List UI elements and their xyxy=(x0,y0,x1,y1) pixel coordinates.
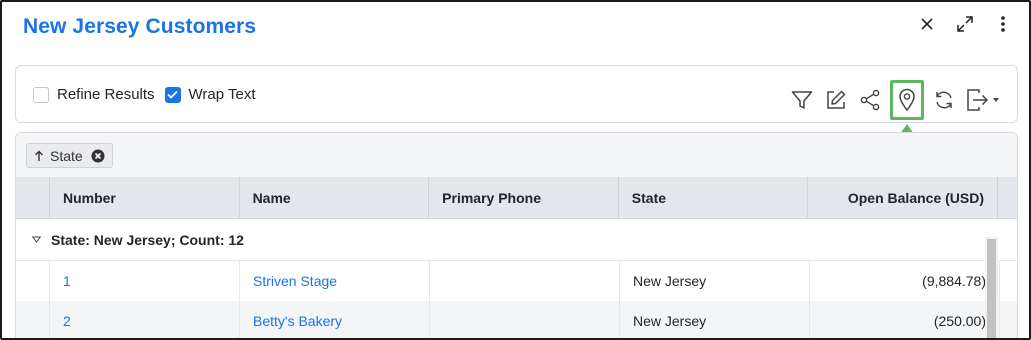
refresh-icon[interactable] xyxy=(930,86,958,114)
collapse-triangle-icon[interactable] xyxy=(32,236,41,243)
expand-icon[interactable] xyxy=(953,12,977,36)
cell-balance: (250.00) xyxy=(810,301,1000,338)
header-state[interactable]: State xyxy=(619,177,809,219)
export-icon[interactable] xyxy=(964,86,1004,114)
group-chip-state[interactable]: State xyxy=(26,143,113,168)
table-row[interactable]: 2 Betty's Bakery New Jersey (250.00) xyxy=(16,301,1017,338)
cell-state: New Jersey xyxy=(620,261,810,301)
header-number[interactable]: Number xyxy=(50,177,240,219)
header-name[interactable]: Name xyxy=(240,177,430,219)
wrap-text-label[interactable]: Wrap Text xyxy=(189,86,256,103)
cell-phone xyxy=(430,261,620,301)
cell-name[interactable]: Striven Stage xyxy=(240,261,430,301)
cell-number[interactable]: 2 xyxy=(50,301,240,338)
table-header: Number Name Primary Phone State Open Bal… xyxy=(16,177,1017,219)
page-title: New Jersey Customers xyxy=(23,15,257,38)
refine-results-checkbox[interactable] xyxy=(33,86,49,103)
cell-balance: (9,884.78) xyxy=(810,261,1000,301)
table-row[interactable]: 1 Striven Stage New Jersey (9,884.78) xyxy=(16,261,1017,301)
scrollbar-thumb[interactable] xyxy=(987,239,996,338)
group-chip-label: State xyxy=(50,147,83,164)
cell-name[interactable]: Betty's Bakery xyxy=(240,301,430,338)
cell-phone xyxy=(430,301,620,338)
wrap-text-checkbox[interactable] xyxy=(164,86,181,103)
sort-ascending-icon xyxy=(35,150,43,161)
more-vertical-icon[interactable] xyxy=(991,12,1015,36)
group-by-bar: State xyxy=(16,133,1017,177)
toolbar-actions xyxy=(782,80,1004,120)
edit-icon[interactable] xyxy=(822,86,850,114)
cell-state: New Jersey xyxy=(620,301,810,338)
panel-frame: New Jersey Customers Refine Results Wrap… xyxy=(0,0,1031,340)
window-controls xyxy=(901,12,1015,36)
close-icon[interactable] xyxy=(915,12,939,36)
cell-number[interactable]: 1 xyxy=(50,261,240,301)
row-spacer xyxy=(16,301,50,338)
group-label: State: New Jersey; Count: 12 xyxy=(51,231,244,248)
results-toolbar: Refine Results Wrap Text xyxy=(15,65,1018,123)
row-spacer xyxy=(16,261,50,301)
filter-icon[interactable] xyxy=(788,86,816,114)
header-spacer xyxy=(16,177,50,219)
group-row[interactable]: State: New Jersey; Count: 12 xyxy=(16,219,1017,261)
share-icon[interactable] xyxy=(856,86,884,114)
vertical-scrollbar[interactable] xyxy=(985,237,998,338)
toolbar-options: Refine Results Wrap Text xyxy=(33,86,266,103)
data-grid: State Number Name Primary Phone State Op… xyxy=(15,132,1018,338)
map-pin-icon[interactable] xyxy=(890,80,924,120)
remove-group-icon[interactable] xyxy=(91,149,105,163)
header-open-balance[interactable]: Open Balance (USD) xyxy=(808,177,998,219)
header-scroll-spacer xyxy=(998,177,1017,219)
header-primary-phone[interactable]: Primary Phone xyxy=(429,177,619,219)
refine-results-label[interactable]: Refine Results xyxy=(57,86,155,103)
